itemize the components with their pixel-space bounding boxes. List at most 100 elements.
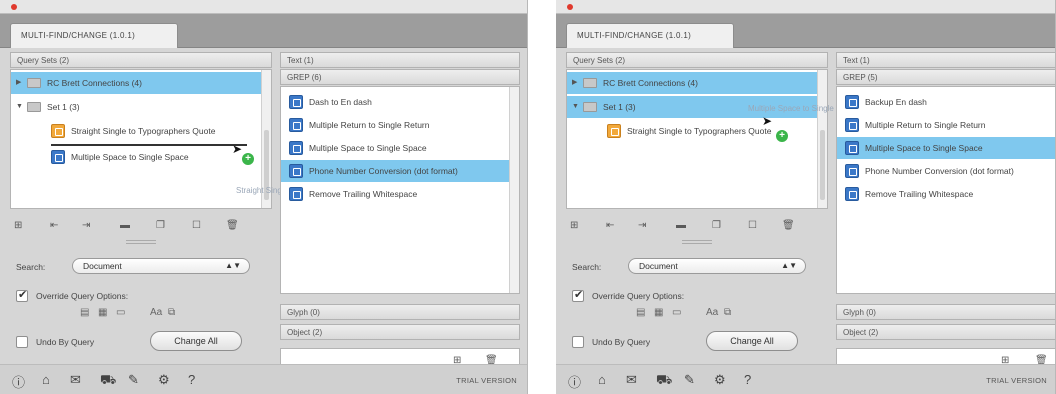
object-queries-header[interactable]: Object (2)	[280, 324, 520, 340]
disclosure-triangle-icon[interactable]: ▶	[572, 72, 577, 94]
grep-queries-header[interactable]: GREP (5)	[836, 69, 1055, 85]
word-icon[interactable]: ▦	[98, 307, 107, 318]
home-icon[interactable]: ⌂	[42, 372, 50, 387]
list-item[interactable]: Dash to En dash	[281, 91, 509, 113]
tab-multi-find-change[interactable]: MULTI-FIND/CHANGE (1.0.1)	[10, 23, 178, 48]
info-icon[interactable]: ⓘ	[568, 372, 581, 391]
query-sets-header[interactable]: Query Sets (2)	[566, 52, 828, 68]
query-icon	[845, 141, 859, 155]
tree-row-label: Multiple Space to Single Space	[71, 152, 189, 162]
new-query-icon[interactable]: ⊞	[14, 220, 22, 231]
title-bar	[0, 0, 527, 14]
override-options-checkbox[interactable]: ✔	[572, 289, 584, 302]
undo-by-query-checkbox[interactable]	[572, 336, 584, 348]
tab-multi-find-change[interactable]: MULTI-FIND/CHANGE (1.0.1)	[566, 23, 734, 48]
gear-icon[interactable]: ⚙	[158, 372, 170, 388]
query-icon	[845, 95, 859, 109]
info-icon[interactable]: ⓘ	[12, 372, 25, 391]
tree-row-query[interactable]: Multiple Space to Single Space	[11, 146, 261, 168]
query-icon	[289, 164, 303, 178]
cart-icon[interactable]: ⛟	[100, 372, 116, 390]
group-icon[interactable]: ☐	[748, 220, 757, 231]
checkmark-icon: ✔	[18, 289, 28, 301]
group-icon[interactable]: ☐	[192, 220, 201, 231]
disclosure-triangle-icon[interactable]: ▶	[16, 72, 21, 94]
search-scope-select[interactable]: Document ▲▼	[72, 258, 250, 274]
splitter-handle[interactable]	[682, 240, 712, 244]
duplicate-icon[interactable]: ❐	[156, 220, 165, 231]
list-item[interactable]: Backup En dash	[837, 91, 1055, 113]
case-icon[interactable]: ▤	[636, 307, 645, 318]
list-item[interactable]: Multiple Return to Single Return	[837, 114, 1055, 136]
override-options-checkbox[interactable]: ✔	[16, 289, 28, 302]
bottom-toolbar: ⓘ ⌂ ✉ ⛟ ✎ ⚙ ? TRIAL VERSION	[556, 364, 1055, 394]
list-item[interactable]: Remove Trailing Whitespace	[281, 183, 509, 205]
tree-scrollbar[interactable]	[817, 70, 827, 208]
list-item[interactable]: Phone Number Conversion (dot format)	[281, 160, 509, 182]
home-icon[interactable]: ⌂	[598, 372, 606, 387]
export-icon[interactable]: ⇥	[638, 220, 646, 231]
duplicate-icon[interactable]: ❐	[712, 220, 721, 231]
change-all-button[interactable]: Change All	[706, 331, 798, 351]
list-item[interactable]: Multiple Space to Single Space	[281, 137, 509, 159]
import-icon[interactable]: ⇤	[606, 220, 614, 231]
font-icon[interactable]: Aa	[150, 307, 162, 318]
mail-icon[interactable]: ✉	[626, 372, 637, 388]
preview-icon[interactable]: ⧉	[724, 307, 731, 318]
new-query-icon[interactable]: ⊞	[570, 220, 578, 231]
glyph-queries-header[interactable]: Glyph (0)	[280, 304, 520, 320]
layers-icon[interactable]: ▭	[116, 307, 125, 318]
list-item[interactable]: Remove Trailing Whitespace	[837, 183, 1055, 205]
wrench-icon[interactable]: ✎	[684, 372, 695, 388]
change-all-button[interactable]: Change All	[150, 331, 242, 351]
mail-icon[interactable]: ✉	[70, 372, 81, 388]
help-icon[interactable]: ?	[188, 372, 195, 387]
export-icon[interactable]: ⇥	[82, 220, 90, 231]
word-icon[interactable]: ▦	[654, 307, 663, 318]
import-icon[interactable]: ⇤	[50, 220, 58, 231]
close-icon[interactable]	[567, 4, 573, 10]
help-icon[interactable]: ?	[744, 372, 751, 387]
gear-icon[interactable]: ⚙	[714, 372, 726, 388]
tree-row-set[interactable]: ▼ Set 1 (3)	[11, 96, 261, 118]
wrench-icon[interactable]: ✎	[128, 372, 139, 388]
cart-icon[interactable]: ⛟	[656, 372, 672, 390]
delete-icon[interactable]: 🗑	[226, 220, 239, 231]
folder-icon	[27, 78, 41, 88]
list-item-label: Dash to En dash	[309, 97, 372, 107]
disclosure-triangle-icon[interactable]: ▼	[572, 96, 579, 118]
tree-row-set[interactable]: ▶ RC Brett Connections (4)	[11, 72, 261, 94]
query-icon	[607, 124, 621, 138]
undo-by-query-checkbox[interactable]	[16, 336, 28, 348]
list-item[interactable]: Phone Number Conversion (dot format)	[837, 160, 1055, 182]
list-scrollbar[interactable]	[509, 87, 519, 293]
folder-icon[interactable]: ▬	[120, 220, 130, 231]
grep-queries-header[interactable]: GREP (6)	[280, 69, 520, 85]
tree-row-set[interactable]: ▶ RC Brett Connections (4)	[567, 72, 817, 94]
case-icon[interactable]: ▤	[80, 307, 89, 318]
layers-icon[interactable]: ▭	[672, 307, 681, 318]
list-item[interactable]: Multiple Space to Single Space	[837, 137, 1055, 159]
text-queries-header[interactable]: Text (1)	[836, 52, 1055, 68]
tree-row-label: Straight Single to Typographers Quote	[71, 126, 216, 136]
disclosure-triangle-icon[interactable]: ▼	[16, 96, 23, 118]
close-icon[interactable]	[11, 4, 17, 10]
font-icon[interactable]: Aa	[706, 307, 718, 318]
preview-icon[interactable]: ⧉	[168, 307, 175, 318]
object-queries-header[interactable]: Object (2)	[836, 324, 1055, 340]
query-sets-header[interactable]: Query Sets (2)	[10, 52, 272, 68]
search-scope-select[interactable]: Document ▲▼	[628, 258, 806, 274]
splitter-handle[interactable]	[126, 240, 156, 244]
cursor-arrow-icon: ➤	[762, 114, 773, 128]
folder-icon[interactable]: ▬	[676, 220, 686, 231]
tree-row-label: RC Brett Connections (4)	[603, 78, 698, 88]
delete-icon[interactable]: 🗑	[782, 220, 795, 231]
scrollbar-thumb[interactable]	[820, 130, 825, 200]
query-sets-tree: ▶ RC Brett Connections (4) ▼ Set 1 (3) S…	[10, 69, 272, 209]
grep-query-list: Dash to En dash Multiple Return to Singl…	[280, 86, 520, 294]
text-queries-header[interactable]: Text (1)	[280, 52, 520, 68]
list-item[interactable]: Multiple Return to Single Return	[281, 114, 509, 136]
folder-icon	[583, 102, 597, 112]
glyph-queries-header[interactable]: Glyph (0)	[836, 304, 1055, 320]
tree-row-query[interactable]: Straight Single to Typographers Quote	[11, 120, 261, 142]
